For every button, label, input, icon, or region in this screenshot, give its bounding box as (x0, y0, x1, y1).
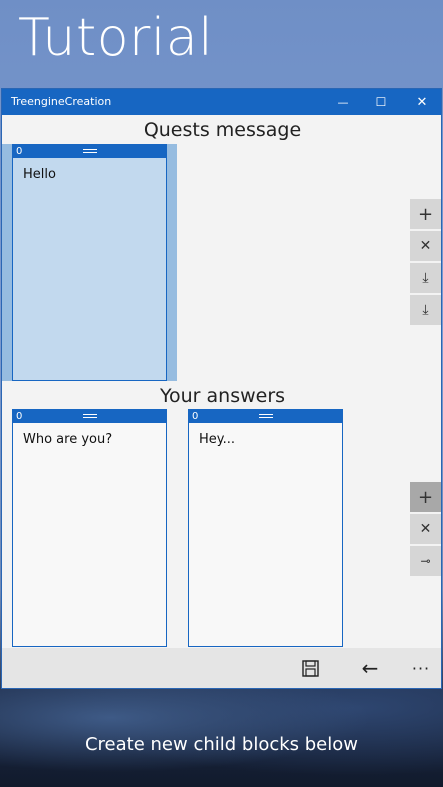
app-window: TreengineCreation — ☐ ✕ Quests message 0… (1, 88, 442, 689)
title-bar: TreengineCreation — ☐ ✕ (2, 89, 441, 115)
answer-block[interactable]: 0 Hey... (188, 409, 343, 647)
download-icon: ⤓ (422, 302, 429, 318)
drag-handle-icon[interactable] (258, 414, 273, 418)
maximize-button[interactable]: ☐ (362, 89, 400, 115)
back-button[interactable]: ← (348, 648, 392, 688)
drag-handle-icon[interactable] (82, 149, 97, 153)
block-text[interactable]: Who are you? (23, 432, 112, 447)
add-quest-button[interactable]: + (410, 199, 441, 229)
quests-section-title: Quests message (143, 119, 302, 141)
more-icon: ··· (411, 658, 431, 678)
block-header[interactable]: 0 (13, 410, 166, 423)
link-icon: ⊸ (420, 554, 431, 568)
back-arrow-icon: ← (361, 656, 379, 680)
maximize-icon: ☐ (375, 95, 387, 109)
close-icon: ✕ (416, 94, 428, 110)
close-window-button[interactable]: ✕ (403, 89, 441, 115)
command-bar: ← ··· (2, 648, 441, 688)
save-button[interactable] (288, 648, 332, 688)
minimize-icon: — (337, 95, 349, 109)
close-icon: ✕ (419, 238, 432, 254)
plus-icon: + (417, 486, 434, 508)
page-title: Tutorial (18, 8, 214, 68)
delete-answer-button[interactable]: ✕ (410, 514, 441, 544)
add-answer-button[interactable]: + (410, 482, 441, 512)
delete-quest-button[interactable]: ✕ (410, 231, 441, 261)
block-text[interactable]: Hey... (199, 432, 235, 447)
move-down-button-2[interactable]: ⤓ (410, 295, 441, 325)
answer-block[interactable]: 0 Who are you? (12, 409, 167, 647)
drag-handle-icon[interactable] (82, 414, 97, 418)
block-header[interactable]: 0 (13, 145, 166, 158)
block-header[interactable]: 0 (189, 410, 342, 423)
save-icon (301, 659, 319, 677)
plus-icon: + (417, 203, 434, 225)
block-number: 0 (192, 411, 199, 422)
block-number: 0 (16, 146, 23, 157)
quest-block[interactable]: 0 Hello (12, 144, 167, 381)
close-icon: ✕ (419, 521, 432, 537)
minimize-button[interactable]: — (324, 89, 362, 115)
link-answer-button[interactable]: ⊸ (410, 546, 441, 576)
block-number: 0 (16, 411, 23, 422)
app-name: TreengineCreation (11, 95, 112, 108)
block-text[interactable]: Hello (23, 167, 56, 182)
move-down-button[interactable]: ⤓ (410, 263, 441, 293)
more-button[interactable]: ··· (399, 648, 443, 688)
answers-section-title: Your answers (159, 385, 286, 407)
download-icon: ⤓ (422, 270, 429, 286)
tutorial-caption: Create new child blocks below (84, 734, 358, 755)
